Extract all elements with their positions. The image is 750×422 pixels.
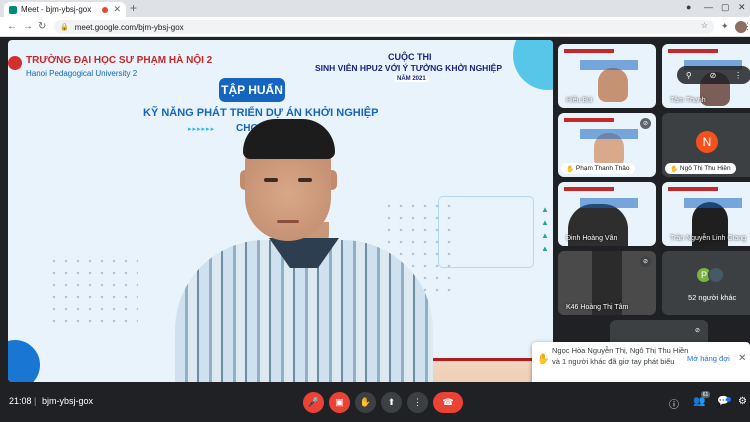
participant-name: K46 Hoàng Thị Tâm (566, 304, 629, 311)
participant-name: Phạm Thanh Thảo (575, 165, 630, 172)
participant-name: Tâm Thanh (670, 97, 706, 104)
meeting-time: 21:08 (9, 396, 32, 406)
participant-name: Hiếu Bùi (566, 97, 593, 104)
notification-text: Ngọc Hòa Nguyễn Thị, Ngô Thị Thu Hiền và… (552, 346, 689, 366)
open-queue-link[interactable]: Mở hàng đợi (687, 354, 730, 363)
present-screen-button[interactable]: ⬆ (381, 392, 402, 413)
browser-toolbar: ← → ↻ 🔒 meet.google.com/bjm-ybsj-gox ☆ ✦… (0, 17, 750, 37)
participant-name: Đinh Hoàng Vân (566, 235, 618, 242)
meet-favicon-icon (9, 5, 17, 14)
slide-triangle-icon: ▲ (541, 205, 549, 214)
presenter-body (175, 222, 433, 382)
media-control-icon[interactable]: ● (686, 2, 691, 12)
maximize-icon[interactable]: ▢ (721, 2, 730, 13)
tile-hover-controls: ⚲ ⊘ ⋮ (677, 66, 750, 84)
participant-tile-others[interactable]: P 52 người khác (662, 251, 750, 315)
slide-decoration-circle (513, 40, 553, 90)
recording-indicator-icon (102, 6, 109, 13)
new-tab-button[interactable]: + (130, 1, 137, 15)
meeting-code: bjm-ybsj-gox (42, 396, 94, 406)
profile-avatar[interactable] (735, 21, 747, 33)
training-label: TẬP HUẤN (219, 78, 285, 102)
contest-title: CUỘC THI (388, 52, 432, 62)
reload-icon[interactable]: ↻ (38, 21, 46, 32)
slide-triangle-icon: ▲ (541, 218, 549, 227)
contest-subtitle: SINH VIÊN HPU2 VỚI Ý TƯỞNG KHỞI NGHIỆP (315, 63, 503, 73)
minimize-icon[interactable]: — (704, 2, 713, 12)
browser-tab[interactable]: Meet - bjm-ybsj-gox ✕ (4, 2, 126, 17)
participant-tile[interactable]: Đinh Hoàng Vân (558, 182, 656, 246)
meeting-info-icon[interactable]: ⓘ (669, 396, 679, 411)
presenter-mouth (277, 220, 299, 223)
presenter-eye (264, 178, 278, 182)
address-bar[interactable]: 🔒 meet.google.com/bjm-ybsj-gox ☆ (54, 20, 714, 34)
participant-video (594, 133, 624, 167)
back-icon[interactable]: ← (7, 21, 17, 32)
more-options-icon[interactable]: ⋮ (734, 71, 742, 80)
slide-heading: KỸ NĂNG PHÁT TRIỂN DỰ ÁN KHỞI NGHIỆP (143, 107, 379, 119)
slide-frame-outline (438, 196, 534, 268)
presenter-eye (298, 178, 312, 182)
url-text: meet.google.com/bjm-ybsj-gox (74, 22, 184, 32)
university-name-en: Hanoi Pedagogical University 2 (26, 69, 138, 78)
chat-unread-dot (726, 397, 731, 402)
raised-hands-notification: ✋ Ngọc Hòa Nguyễn Thị, Ngô Thị Thu Hiền … (532, 342, 750, 382)
slide-decoration-circle-2 (8, 340, 40, 382)
close-tab-icon[interactable]: ✕ (113, 4, 121, 15)
end-call-button[interactable]: ☎ (433, 392, 463, 413)
raise-hand-button[interactable]: ✋ (355, 392, 376, 413)
muted-mic-icon: ⊘ (692, 325, 703, 336)
slide-dot-pattern (48, 255, 138, 325)
lock-icon: 🔒 (60, 24, 69, 31)
more-participants-label: 52 người khác (688, 293, 737, 302)
close-notification-icon[interactable]: ✕ (738, 353, 746, 364)
slide-arrows: ▸▸▸▸▸▸ (188, 126, 216, 133)
more-options-button[interactable]: ⋮ (407, 392, 428, 413)
participant-avatar-2 (708, 267, 724, 283)
participant-name: Ngô Thị Thu Hiền (679, 165, 731, 172)
participant-tile[interactable]: ⊘ K46 Hoàng Thị Tâm (558, 251, 656, 315)
participant-tile[interactable]: N ✋ Ngô Thị Thu Hiền (662, 113, 750, 177)
extensions-icon[interactable]: ✦ (721, 21, 729, 32)
pin-icon[interactable]: ⚲ (686, 71, 692, 80)
slide-triangle-icon: ▲ (541, 244, 549, 253)
people-count-badge: 61 (701, 391, 710, 398)
participant-video (598, 68, 628, 102)
forward-icon[interactable]: → (23, 21, 33, 32)
participant-name: Trần Nguyễn Linh Giang (670, 235, 747, 242)
bookmark-star-icon[interactable]: ☆ (701, 21, 708, 30)
mute-participant-icon[interactable]: ⊘ (710, 71, 717, 80)
activities-icon[interactable]: ⚙ (738, 396, 747, 407)
mic-off-button[interactable]: 🎤 (303, 392, 324, 413)
participant-avatar: N (696, 131, 718, 153)
screen: Meet - bjm-ybsj-gox ✕ + ● — ▢ ✕ ← → ↻ 🔒 … (0, 0, 750, 422)
separator: | (34, 396, 37, 406)
university-name-vn: TRƯỜNG ĐẠI HỌC SƯ PHẠM HÀ NỘI 2 (26, 55, 213, 66)
raised-hand-chip: ✋ Ngô Thị Thu Hiền (665, 163, 736, 174)
presenter-hair (243, 119, 335, 159)
participant-tile[interactable]: ⊘ ✋ Phạm Thanh Thảo (558, 113, 656, 177)
tab-title: Meet - bjm-ybsj-gox (21, 5, 92, 14)
meet-control-bar: 21:08 | bjm-ybsj-gox 🎤 ▣ ✋ ⬆ ⋮ ☎ ⓘ 👥 💬 ⚙ (0, 382, 750, 422)
slide-triangle-icon: ▲ (541, 231, 549, 240)
participant-tile-partial[interactable]: ⊘ (610, 320, 708, 342)
camera-off-button[interactable]: ▣ (329, 392, 350, 413)
university-logo-icon (8, 56, 22, 70)
participant-tile[interactable]: Hiếu Bùi (558, 44, 656, 108)
close-window-icon[interactable]: ✕ (738, 2, 746, 13)
browser-tab-bar: Meet - bjm-ybsj-gox ✕ + ● — ▢ ✕ (0, 0, 750, 17)
raised-hand-icon: ✋ (537, 354, 550, 365)
raised-hand-chip: ✋ Phạm Thanh Thảo (561, 163, 635, 174)
participant-tile[interactable]: Trần Nguyễn Linh Giang (662, 182, 750, 246)
muted-mic-icon: ⊘ (640, 118, 651, 129)
contest-year: NĂM 2021 (394, 76, 429, 82)
muted-mic-icon: ⊘ (640, 256, 651, 267)
